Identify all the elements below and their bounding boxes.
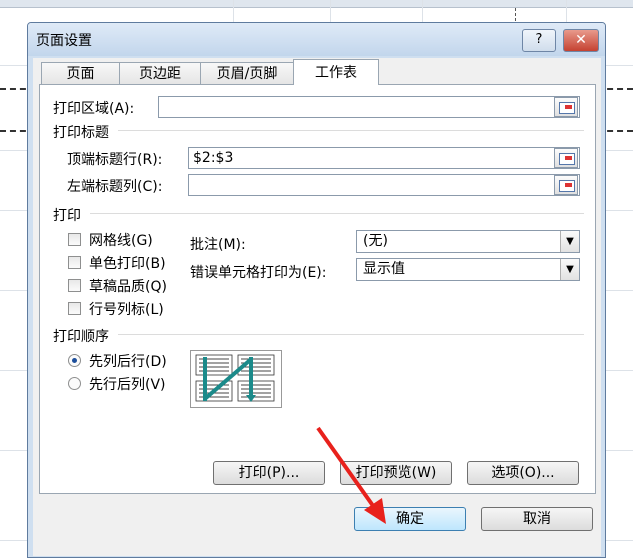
section-divider (90, 213, 584, 214)
row-col-headings-checkbox[interactable] (68, 302, 81, 315)
comments-label: 批注(M): (190, 237, 246, 253)
spreadsheet-header (0, 0, 633, 8)
page-order-preview (190, 350, 282, 408)
dialog-titlebar[interactable] (28, 23, 605, 56)
annotation-arrow-icon (316, 426, 386, 524)
gridlines-checkbox[interactable] (68, 233, 81, 246)
down-then-over-radio[interactable] (68, 354, 81, 367)
help-button[interactable]: ? (522, 29, 556, 52)
tab-sheet[interactable]: 工作表 (293, 59, 379, 85)
print-area-label: 打印区域(A): (53, 101, 135, 117)
cols-to-repeat-input[interactable] (188, 174, 580, 196)
print-area-input[interactable] (158, 96, 580, 118)
section-divider (118, 334, 584, 335)
print-titles-heading: 打印标题 (53, 125, 109, 141)
tab-margins[interactable]: 页边距 (119, 62, 201, 85)
dialog-title: 页面设置 (36, 33, 92, 49)
close-button[interactable]: ✕ (563, 29, 599, 52)
cell-errors-select[interactable]: 显示值 ▼ (356, 258, 580, 281)
cols-collapse-button[interactable] (554, 175, 578, 195)
comments-value: (无) (363, 233, 388, 249)
print-area-collapse-button[interactable] (554, 97, 578, 117)
gridlines-label[interactable]: 网格线(G) (89, 230, 153, 250)
range-select-icon (559, 180, 575, 192)
cell-errors-label: 错误单元格打印为(E): (190, 265, 327, 281)
print-heading: 打印 (53, 208, 81, 224)
rows-collapse-button[interactable] (554, 148, 578, 168)
chevron-down-icon[interactable]: ▼ (560, 259, 579, 280)
draft-quality-checkbox[interactable] (68, 279, 81, 292)
rows-to-repeat-label: 顶端标题行(R): (67, 152, 163, 168)
row-col-headings-label[interactable]: 行号列标(L) (89, 299, 164, 319)
range-select-icon (559, 102, 575, 114)
down-then-over-label[interactable]: 先列后行(D) (89, 351, 167, 371)
options-button[interactable]: 选项(O)... (467, 461, 579, 485)
cancel-button[interactable]: 取消 (481, 507, 593, 531)
tab-header-footer[interactable]: 页眉/页脚 (200, 62, 294, 85)
black-white-label[interactable]: 单色打印(B) (89, 253, 166, 273)
comments-select[interactable]: (无) ▼ (356, 230, 580, 253)
page-order-diagram-icon (195, 354, 275, 402)
black-white-checkbox[interactable] (68, 256, 81, 269)
range-select-icon (559, 153, 575, 165)
page-order-heading: 打印顺序 (53, 329, 109, 345)
section-divider (118, 130, 584, 131)
cell-errors-value: 显示值 (363, 261, 405, 277)
chevron-down-icon[interactable]: ▼ (560, 231, 579, 252)
tab-page[interactable]: 页面 (41, 62, 120, 85)
draft-quality-label[interactable]: 草稿品质(Q) (89, 276, 167, 296)
cols-to-repeat-label: 左端标题列(C): (67, 179, 163, 195)
over-then-down-label[interactable]: 先行后列(V) (89, 374, 166, 394)
rows-to-repeat-input[interactable]: $2:$3 (188, 147, 580, 169)
over-then-down-radio[interactable] (68, 377, 81, 390)
